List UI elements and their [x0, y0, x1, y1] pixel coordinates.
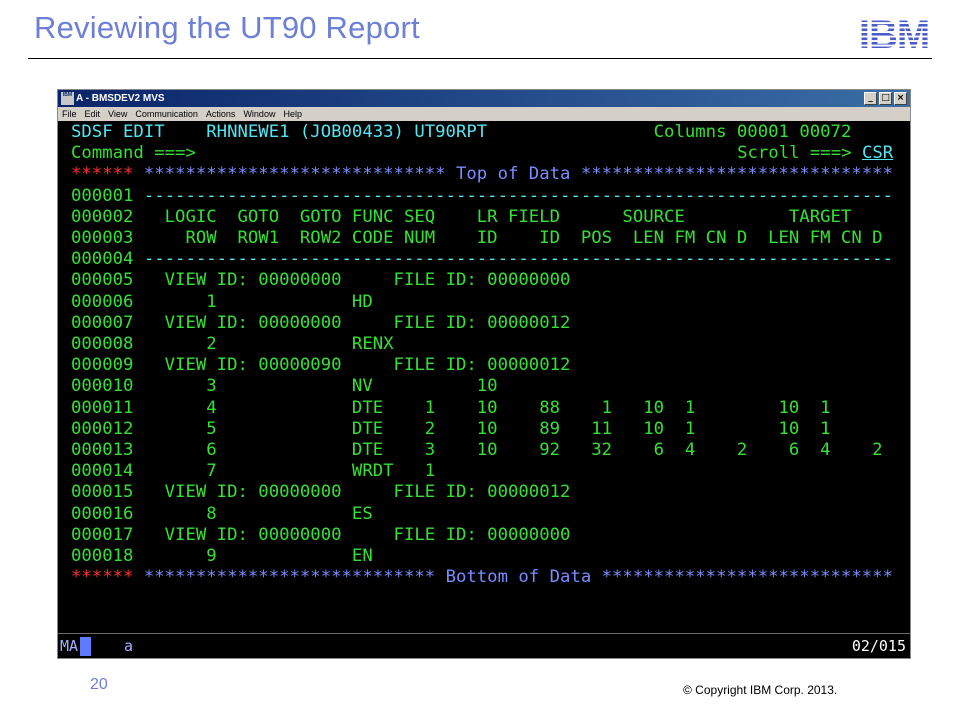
report-line: 000002 LOGIC GOTO GOTO FUNC SEQ LR FIELD… [71, 207, 851, 228]
report-line: 000009 VIEW ID: 00000090 FILE ID: 000000… [71, 355, 570, 376]
ibm-logo: IBM [852, 15, 936, 51]
slide-title: Reviewing the UT90 Report [34, 10, 420, 45]
report-line: 000008 2 RENX [71, 334, 394, 355]
line-text: ----------------------------------------… [133, 185, 893, 206]
line-number: 000016 [71, 503, 134, 524]
menu-communication[interactable]: Communication [135, 107, 198, 121]
sdsf-header: SDSF EDIT RHNNEWE1 (JOB00433) UT90RPT Co… [71, 122, 851, 143]
menu-bar: File Edit View Communication Actions Win… [58, 107, 910, 121]
menu-edit[interactable]: Edit [85, 107, 101, 121]
menu-view[interactable]: View [108, 107, 127, 121]
line-text: 8 ES [133, 503, 373, 524]
line-text: 2 RENX [133, 334, 394, 354]
line-text: VIEW ID: 00000000 FILE ID: 00000012 [133, 482, 571, 503]
report-line: 000003 ROW ROW1 ROW2 CODE NUM ID ID POS … [71, 228, 883, 249]
line-number: 000009 [71, 355, 134, 376]
terminal-emulator-window: IBM A - BMSDEV2 MVS _ □ × File Edit View… [57, 89, 911, 659]
line-number: 000003 [71, 228, 134, 248]
line-text: 5 DTE 2 10 89 11 10 1 10 1 [133, 418, 831, 439]
menu-help[interactable]: Help [283, 107, 302, 121]
report-line: 000007 VIEW ID: 00000000 FILE ID: 000000… [71, 313, 570, 334]
menu-actions[interactable]: Actions [206, 107, 236, 121]
line-number: 000001 [71, 185, 134, 206]
bottom-marker-text: **************************** Bottom of D… [143, 567, 893, 587]
terminal-screen[interactable]: SDSF EDIT RHNNEWE1 (JOB00433) UT90RPT Co… [58, 121, 910, 633]
minimize-icon[interactable]: _ [864, 92, 877, 105]
line-number: 000018 [71, 546, 134, 566]
line-text: 9 EN [133, 546, 373, 566]
scroll-label: Scroll ===> [737, 143, 852, 164]
top-of-data-marker: ****** ***************************** Top… [71, 164, 893, 185]
command-line: Command ===> Scroll ===> CSR [71, 143, 893, 164]
top-marker-stars: ****** [71, 164, 134, 185]
bottom-of-data-marker: ****** **************************** Bott… [71, 567, 893, 588]
line-number: 000011 [71, 397, 134, 418]
report-line: 000004 ---------------------------------… [71, 249, 893, 270]
copyright-notice: © Copyright IBM Corp. 2013. [683, 683, 838, 697]
scroll-amount-input[interactable]: CSR [862, 143, 893, 163]
window-title: A - BMSDEV2 MVS [76, 93, 165, 104]
line-text: VIEW ID: 00000000 FILE ID: 00000000 [133, 270, 571, 291]
line-text: 1 HD [133, 291, 373, 312]
input-mode: a [124, 637, 134, 655]
line-text: LOGIC GOTO GOTO FUNC SEQ LR FIELD SOURCE… [133, 206, 852, 227]
bottom-marker-stars: ****** [71, 567, 134, 587]
columns-label: Columns [653, 122, 727, 142]
line-text: VIEW ID: 00000000 FILE ID: 00000000 [133, 524, 571, 545]
menu-window[interactable]: Window [243, 107, 275, 121]
menu-file[interactable]: File [62, 107, 77, 121]
cursor-block [80, 637, 91, 656]
line-text: 7 WRDT 1 [133, 461, 436, 482]
report-line: 000006 1 HD [71, 292, 373, 313]
line-number: 000010 [71, 376, 134, 397]
window-titlebar[interactable]: IBM A - BMSDEV2 MVS _ □ × [58, 90, 910, 107]
line-text: ROW ROW1 ROW2 CODE NUM ID ID POS LEN FM … [133, 228, 883, 248]
report-line: 000014 7 WRDT 1 [71, 461, 435, 482]
ibm-app-icon: IBM [61, 92, 74, 105]
report-line: 000013 6 DTE 3 10 92 32 6 4 2 6 4 2 [71, 440, 883, 461]
window-controls: _ □ × [864, 92, 907, 105]
status-bar: MA a 02/015 [58, 633, 910, 658]
line-number: 000004 [71, 249, 134, 270]
maximize-icon[interactable]: □ [879, 92, 892, 105]
report-line: 000005 VIEW ID: 00000000 FILE ID: 000000… [71, 270, 570, 291]
line-text: VIEW ID: 00000090 FILE ID: 00000012 [133, 355, 571, 376]
page-number: 20 [90, 676, 108, 693]
columns-to: 00072 [799, 122, 852, 142]
line-number: 000002 [71, 206, 134, 227]
title-divider [28, 58, 932, 59]
line-number: 000006 [71, 291, 134, 312]
report-line: 000010 3 NV 10 [71, 376, 498, 397]
line-number: 000017 [71, 524, 134, 545]
report-line: 000017 VIEW ID: 00000000 FILE ID: 000000… [71, 525, 570, 546]
columns-from: 00001 [736, 122, 789, 142]
job-dataset: RHNNEWE1 (JOB00433) UT90RPT [206, 122, 488, 142]
report-line: 000001 ---------------------------------… [71, 186, 893, 207]
line-number: 000012 [71, 418, 134, 439]
line-number: 000008 [71, 334, 134, 354]
report-line: 000015 VIEW ID: 00000000 FILE ID: 000000… [71, 482, 570, 503]
top-marker-text: ***************************** Top of Dat… [143, 164, 893, 185]
line-number: 000014 [71, 461, 134, 482]
line-number: 000005 [71, 270, 134, 291]
line-number: 000007 [71, 312, 134, 333]
line-text: 3 NV 10 [133, 376, 498, 397]
line-text: 4 DTE 1 10 88 1 10 1 10 1 [133, 397, 831, 418]
report-line: 000018 9 EN [71, 546, 373, 567]
report-line: 000011 4 DTE 1 10 88 1 10 1 10 1 [71, 398, 831, 419]
line-text: ----------------------------------------… [133, 249, 893, 270]
report-line: 000012 5 DTE 2 10 89 11 10 1 10 1 [71, 419, 831, 440]
command-label: Command ===> [71, 143, 196, 164]
sdsf-mode: SDSF EDIT [71, 122, 165, 142]
line-text: 6 DTE 3 10 92 32 6 4 2 6 4 2 [133, 440, 883, 460]
report-line: 000016 8 ES [71, 504, 373, 525]
session-indicator: MA [60, 637, 79, 655]
line-number: 000013 [71, 440, 134, 460]
line-text: VIEW ID: 00000000 FILE ID: 00000012 [133, 312, 571, 333]
cursor-position: 02/015 [851, 637, 906, 655]
close-icon[interactable]: × [894, 92, 907, 105]
line-number: 000015 [71, 482, 134, 503]
